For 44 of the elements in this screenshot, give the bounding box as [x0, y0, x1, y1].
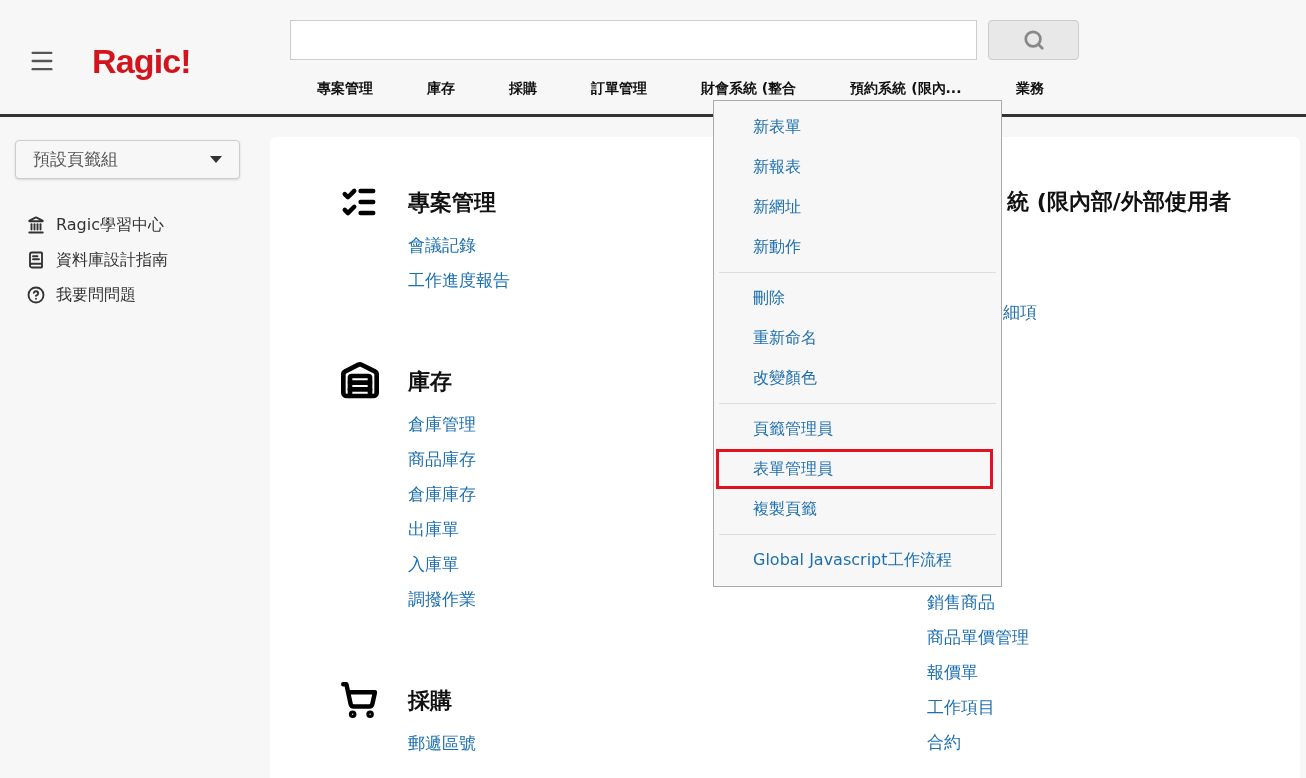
search-icon: [1022, 29, 1045, 51]
sheet-link[interactable]: 報價單: [927, 658, 1231, 685]
menu-item[interactable]: 表單管理員: [716, 449, 993, 489]
sheet-link[interactable]: 合約: [927, 728, 1231, 755]
sheet-link[interactable]: 調撥作業: [408, 586, 910, 612]
nav-tab[interactable]: 業務: [988, 78, 1071, 99]
menu-item[interactable]: 新網址: [719, 187, 996, 227]
nav-tab[interactable]: 庫存: [400, 78, 482, 99]
logo[interactable]: Ragic!: [92, 35, 191, 87]
cart-icon: [340, 681, 378, 719]
nav-tab[interactable]: 預約系統 (限內...: [823, 78, 989, 99]
menu-item[interactable]: 頁籤管理員: [719, 409, 996, 449]
menu-item[interactable]: 新表單: [719, 107, 996, 147]
menu-item[interactable]: Global Javascript工作流程: [719, 540, 996, 580]
book-icon: [27, 251, 45, 269]
menu-item[interactable]: 新報表: [719, 147, 996, 187]
menu-item[interactable]: 新動作: [719, 227, 996, 267]
menu-item[interactable]: 複製頁籤: [719, 489, 996, 529]
nav-tab[interactable]: 財會系統 (整合: [674, 78, 824, 99]
sheet-link[interactable]: 細項: [1003, 300, 1231, 326]
menu-item[interactable]: 重新命名: [719, 318, 996, 358]
menu-item[interactable]: 改變顏色: [719, 358, 996, 398]
nav-tab[interactable]: 訂單管理: [564, 78, 674, 99]
search-field[interactable]: [290, 20, 977, 60]
tab-group-dropdown[interactable]: 預設頁籤組: [15, 140, 240, 179]
section-title: 採購: [408, 686, 452, 715]
caret-icon: [210, 156, 222, 163]
sheet-link[interactable]: 商品單價管理: [927, 623, 1231, 650]
question-icon: [27, 286, 45, 304]
sheet-link[interactable]: 銷售商品: [927, 588, 1231, 615]
menu-item[interactable]: 刪除: [719, 278, 996, 318]
help-link[interactable]: 我要問問題: [56, 283, 136, 307]
sheet-link[interactable]: 郵遞區號: [408, 730, 910, 756]
section-title: 統 (限內部/外部使用者: [1007, 188, 1231, 216]
bank-icon: [27, 216, 45, 234]
search-button[interactable]: [988, 20, 1079, 60]
warehouse-icon: [340, 361, 380, 401]
section-title: 專案管理: [408, 188, 496, 217]
sheet-link[interactable]: 工作項目: [927, 693, 1231, 720]
nav-tab[interactable]: 專案管理: [290, 78, 400, 99]
help-link[interactable]: Ragic學習中心: [56, 213, 164, 237]
help-link[interactable]: 資料庫設計指南: [56, 248, 168, 272]
nav-tab[interactable]: 採購: [482, 78, 564, 99]
section-title: 庫存: [408, 367, 452, 396]
